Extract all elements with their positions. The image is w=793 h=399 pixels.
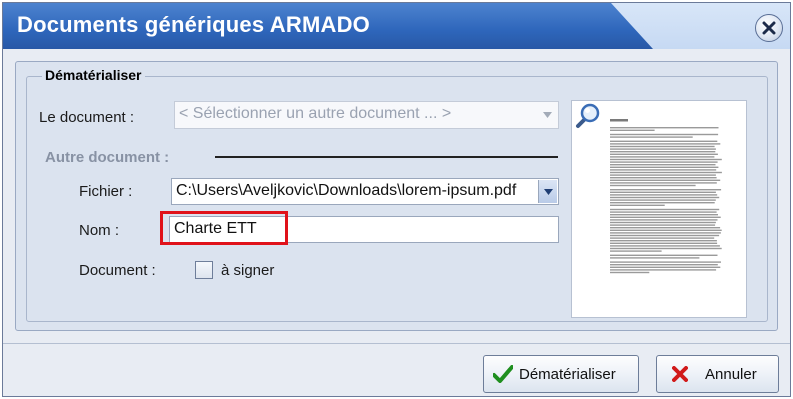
preview-text-line (610, 257, 700, 259)
preview-text-line (610, 240, 717, 242)
signature-label: Document : (79, 262, 156, 279)
fichier-select-value: C:\Users\Aveljkovic\Downloads\lorem-ipsu… (176, 182, 517, 199)
close-icon (762, 21, 776, 35)
preview-text-line (610, 143, 721, 145)
document-select-value: < Sélectionner un autre document ... > (179, 105, 452, 122)
preview-text-line (610, 158, 722, 161)
preview-text-line (610, 164, 716, 166)
preview-text-line (610, 194, 718, 196)
preview-text-line (610, 234, 720, 237)
preview-text-line (610, 204, 665, 206)
preview-text-line (610, 214, 718, 216)
preview-text-line (610, 216, 721, 218)
dialog-window: Documents génériques ARMADO Dématérialis… (2, 2, 791, 397)
preview-text-line (610, 245, 720, 247)
cross-icon (669, 363, 691, 385)
preview-text-line (610, 136, 693, 138)
preview-text-line (610, 250, 662, 252)
preview-text-line (610, 153, 718, 155)
magnifier-icon[interactable] (572, 101, 602, 131)
preview-text-line (610, 199, 716, 201)
highlight-box (160, 211, 288, 245)
other-document-heading: Autre document : (45, 149, 170, 166)
preview-text-line (610, 247, 722, 250)
preview-text-line (610, 169, 717, 171)
preview-text-line (610, 266, 721, 268)
preview-text-line (610, 129, 655, 131)
preview-text-line (610, 229, 722, 231)
preview-text-line (610, 242, 718, 244)
preview-text-line (610, 232, 721, 234)
preview-text-line (610, 224, 716, 226)
checkmark-icon (492, 363, 514, 385)
preview-page-thumbnail (610, 119, 722, 274)
preview-text-line (610, 269, 717, 271)
section-divider (215, 156, 558, 158)
preview-text-line (610, 264, 718, 266)
document-preview[interactable] (571, 100, 747, 318)
document-select[interactable]: < Sélectionner un autre document ... > (174, 101, 559, 129)
preview-text-line (610, 161, 718, 163)
preview-text-line (610, 221, 716, 224)
fichier-label: Fichier : (79, 183, 133, 200)
window-title: Documents génériques ARMADO (17, 12, 370, 37)
preview-text-line (610, 133, 719, 136)
chevron-down-icon[interactable] (538, 103, 557, 127)
sign-checkbox-label[interactable]: à signer (221, 262, 274, 279)
preview-text-line (610, 179, 721, 181)
preview-text-line (610, 219, 718, 221)
preview-text-line (610, 227, 721, 229)
dematerialiser-button-label: Dématérialiser (519, 365, 616, 383)
dematerialiser-button[interactable]: Dématérialiser (483, 355, 639, 393)
preview-text-line (610, 156, 715, 158)
annuler-button-label: Annuler (705, 365, 757, 383)
preview-text-line (610, 191, 716, 193)
preview-text-line (610, 140, 718, 142)
preview-text-line (610, 261, 721, 263)
preview-text-line (610, 127, 719, 129)
preview-text-line (610, 189, 722, 191)
nom-label: Nom : (79, 222, 120, 239)
preview-text-line (610, 145, 715, 148)
close-button[interactable] (755, 14, 783, 42)
preview-text-line (610, 174, 716, 176)
footer-separator (3, 343, 790, 344)
preview-text-line (610, 237, 715, 239)
title-bar[interactable]: Documents génériques ARMADO (3, 3, 790, 49)
preview-text-line (610, 211, 717, 213)
annuler-button[interactable]: Annuler (656, 355, 779, 393)
preview-text-line (610, 208, 720, 211)
preview-text-line (610, 148, 716, 150)
preview-text-line (610, 177, 717, 179)
group-legend: Dématérialiser (42, 67, 145, 83)
preview-text-line (610, 166, 719, 168)
preview-text-line (610, 151, 716, 153)
chevron-down-icon[interactable] (538, 180, 557, 203)
fichier-select[interactable]: C:\Users\Aveljkovic\Downloads\lorem-ipsu… (171, 178, 559, 205)
preview-text-line (610, 254, 718, 256)
preview-text-line (610, 182, 717, 184)
preview-text-line (610, 184, 696, 187)
sign-checkbox[interactable] (195, 261, 213, 279)
preview-text-line (610, 202, 715, 204)
preview-text-line (610, 196, 720, 199)
preview-text-line (610, 271, 650, 274)
preview-text-line (610, 171, 722, 174)
document-label: Le document : (39, 109, 135, 126)
